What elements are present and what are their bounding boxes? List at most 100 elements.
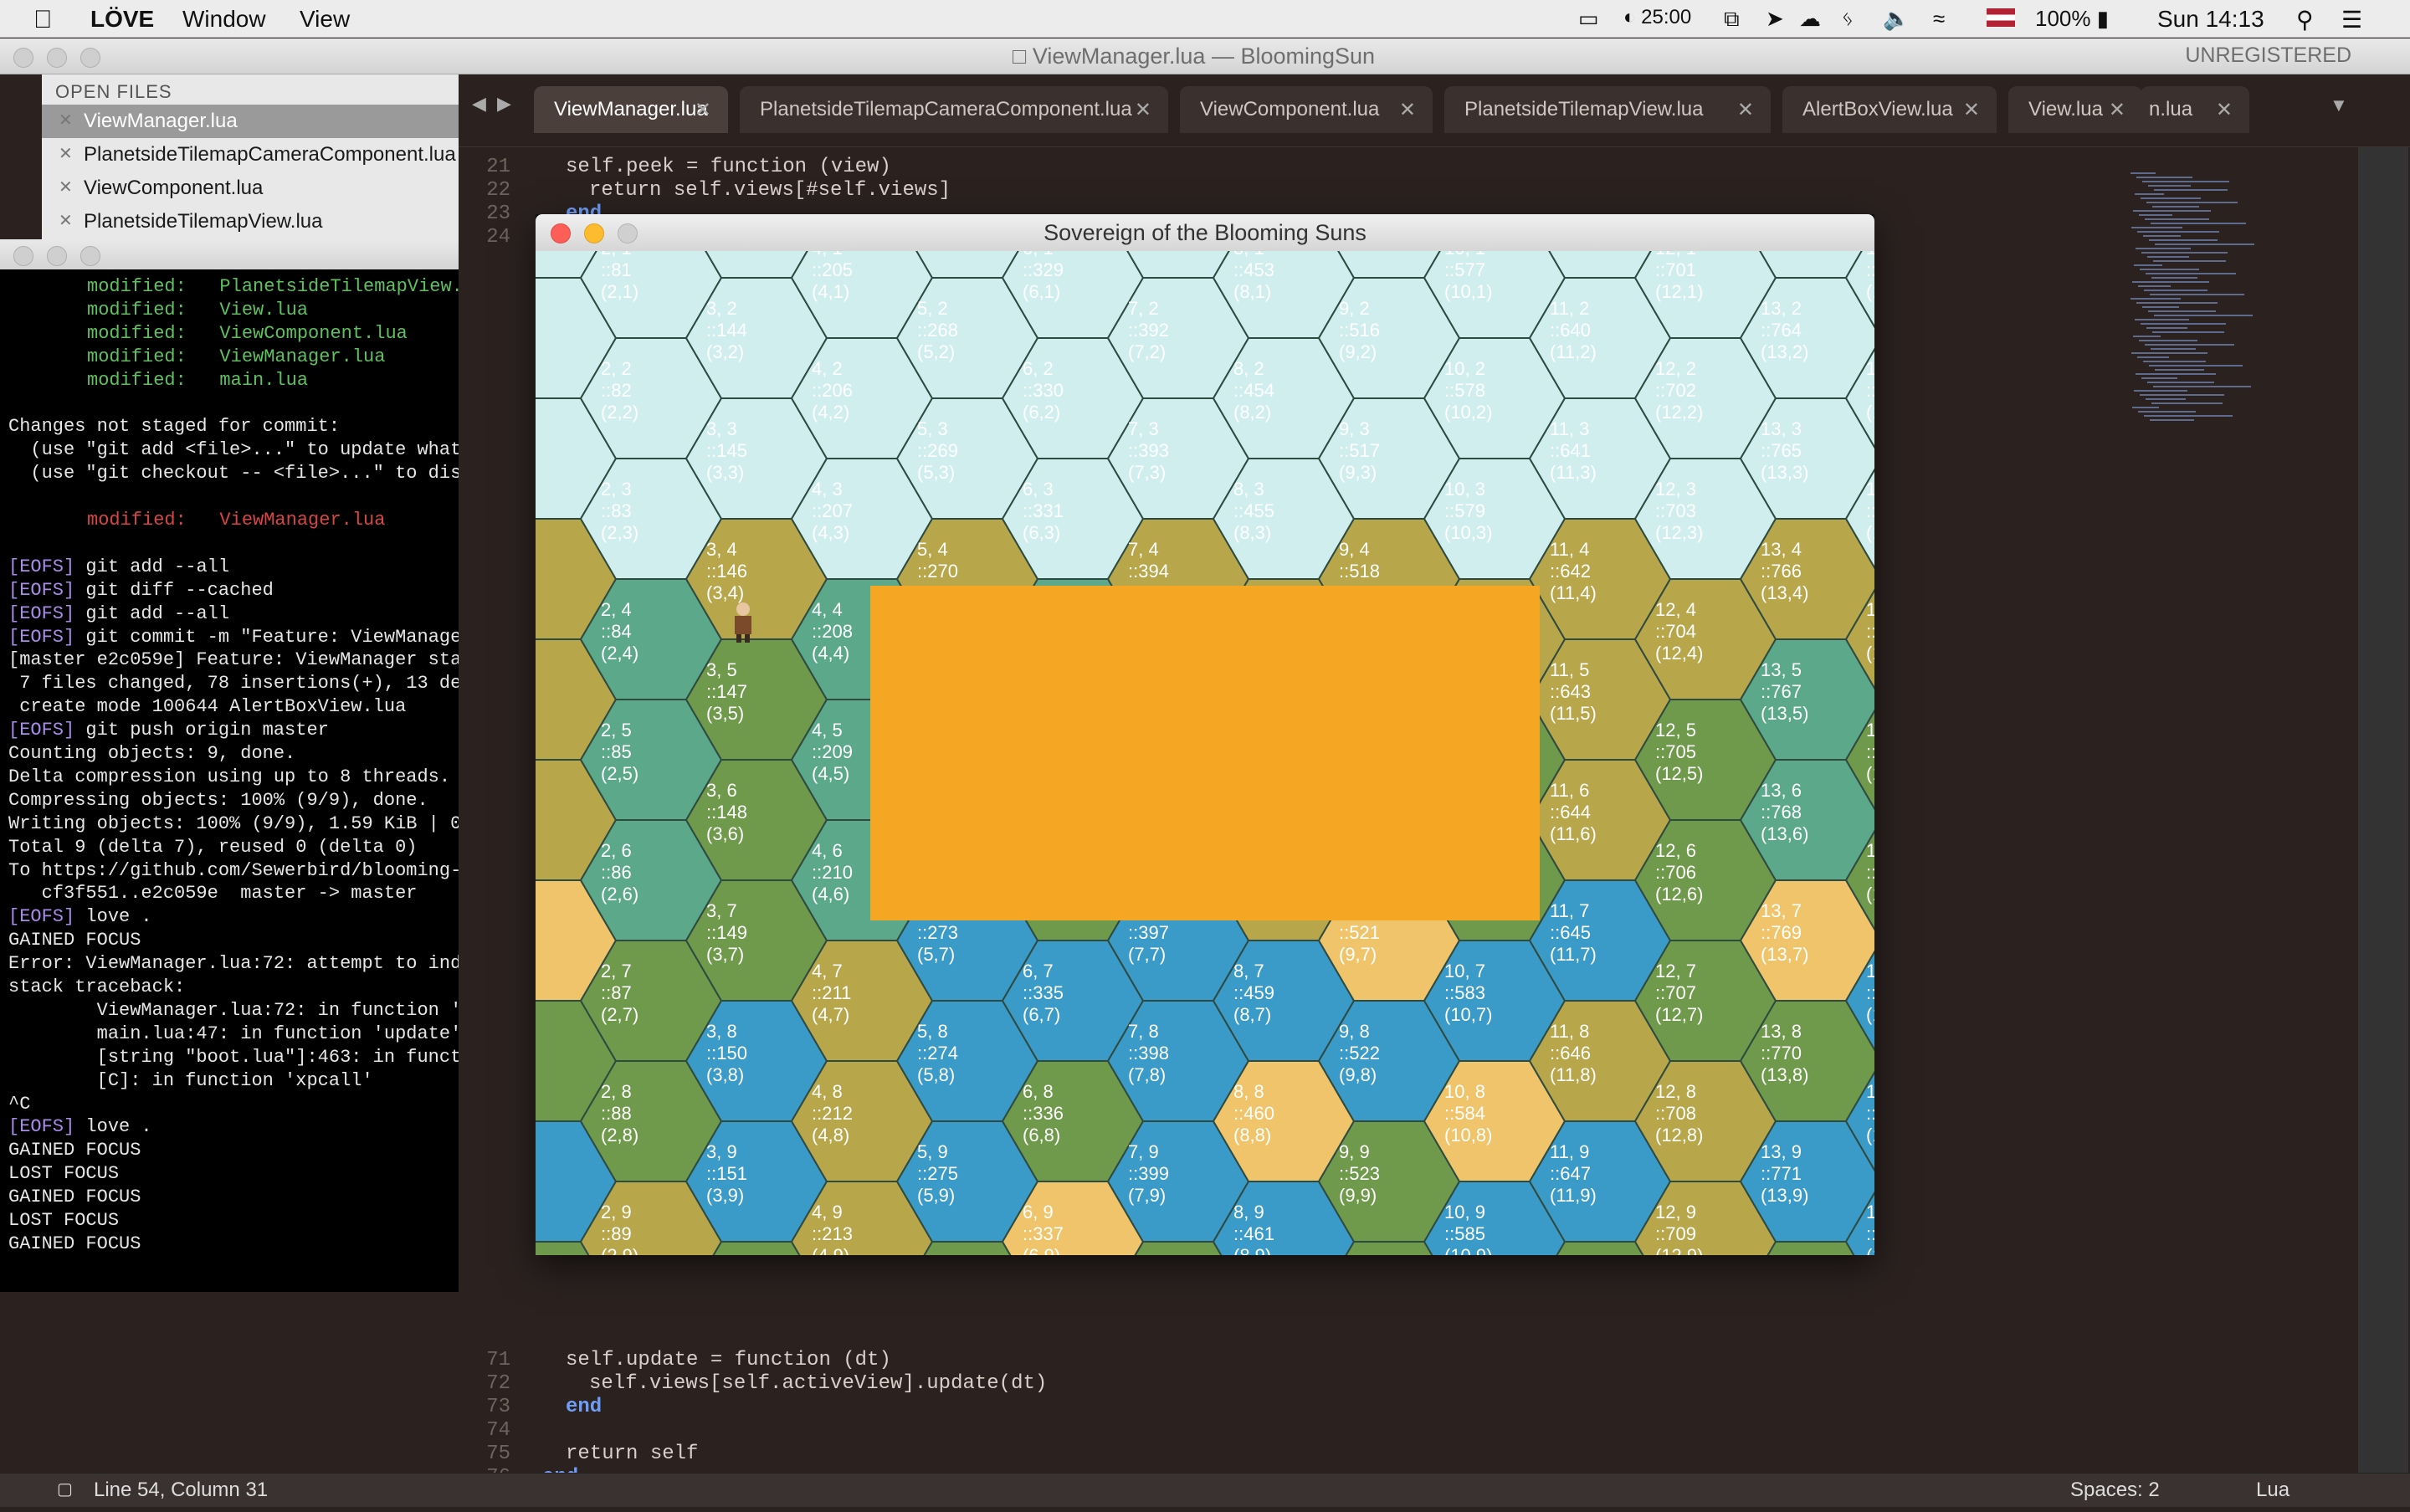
close-icon[interactable]: ✕	[1135, 98, 1151, 122]
terminal-line: GAINED FOCUS	[8, 1187, 141, 1208]
app-menu[interactable]: LÖVE	[90, 6, 154, 33]
code-line: end	[566, 1396, 602, 1418]
close-icon[interactable]: ✕	[1963, 98, 1980, 122]
hex-label: 13, 4::766 (13,4)	[1761, 539, 1808, 603]
minimap-line	[2143, 361, 2206, 362]
file-icon: □	[1013, 44, 1033, 69]
minimap-line	[2133, 210, 2211, 212]
close-button[interactable]	[13, 246, 33, 266]
syntax-setting[interactable]: Lua	[2256, 1479, 2290, 1502]
open-file-item[interactable]: ✕ ViewManager.lua	[42, 105, 459, 138]
hex-label: 13, 2::764 (13,2)	[1761, 298, 1808, 362]
close-icon[interactable]: ✕	[59, 177, 73, 197]
minimap-line	[2152, 331, 2224, 333]
tab-tilemap-view[interactable]: PlanetsideTilemapView.lua ✕	[1444, 86, 1771, 133]
tab-main[interactable]: n.lua ✕	[2141, 86, 2249, 133]
minimap[interactable]	[2131, 172, 2315, 440]
tab-camera-component[interactable]: PlanetsideTilemapCameraComponent.lua ✕	[740, 86, 1168, 133]
terminal-line: modified: ViewManager.lua	[87, 510, 386, 530]
terminal-line: main.lua:47: in function 'update'	[8, 1023, 459, 1044]
tab-dropdown-icon[interactable]: ▼	[2330, 95, 2348, 116]
send-icon[interactable]: ➤	[1766, 6, 1784, 32]
open-file-item[interactable]: ✕ PlanetsideTilemapView.lua	[42, 205, 459, 238]
minimap-line	[2151, 223, 2246, 224]
terminal-output[interactable]: modified: PlanetsideTilemapView.lua modif…	[0, 269, 459, 1292]
close-icon[interactable]: ✕	[2216, 98, 2233, 122]
tab-view-component[interactable]: ViewComponent.lua ✕	[1180, 86, 1433, 133]
editor-scrollbar[interactable]	[2358, 147, 2408, 1473]
minimap-line	[2139, 214, 2172, 216]
open-file-item[interactable]: ✕ PlanetsideTilemapCameraComponent.lua	[42, 138, 459, 172]
terminal-line: [EOFS] git push origin master	[8, 720, 329, 741]
terminal-command: git add --all	[74, 602, 230, 624]
pomodoro-timer[interactable]: ◐ 25:00	[1623, 6, 1691, 29]
minimap-line	[2142, 306, 2179, 308]
close-icon[interactable]: ✕	[695, 98, 711, 122]
unit-sprite[interactable]	[728, 601, 758, 643]
camera-icon[interactable]: ▭	[1578, 6, 1599, 32]
indentation-setting[interactable]: Spaces: 2	[2070, 1479, 2160, 1502]
terminal-line: modified: ViewManager.lua	[87, 346, 386, 367]
terminal-line: [master e2c059e] Feature: ViewManager st…	[8, 649, 459, 671]
minimap-line	[2141, 197, 2201, 199]
minimap-line	[2136, 248, 2191, 249]
clock[interactable]: Sun 14:13	[2157, 6, 2264, 33]
tab-alertbox-view[interactable]: AlertBoxView.lua ✕	[1782, 86, 1997, 133]
search-icon[interactable]: ⚲	[2296, 6, 2314, 33]
code-line: return self	[566, 1443, 699, 1465]
open-file-name: PlanetsideTilemapView.lua	[84, 210, 323, 233]
menu-view[interactable]: View	[300, 6, 350, 33]
minimap-line	[2150, 419, 2194, 421]
zoom-button[interactable]	[80, 246, 100, 266]
tab-label: ViewComponent.lua	[1200, 98, 1380, 120]
minimize-button[interactable]	[47, 246, 67, 266]
terminal-line: [C]: in function 'xpcall'	[8, 1069, 373, 1091]
wifi-icon[interactable]: ≈	[1933, 6, 1945, 32]
minimap-line	[2140, 394, 2224, 396]
macos-menubar:  LÖVE Window View ▭ ◐ 25:00 ⧉ ➤ ☁ ᛃ 🔈 ≈…	[0, 0, 2410, 38]
line-number: 72	[486, 1372, 510, 1395]
close-icon[interactable]: ✕	[59, 110, 73, 131]
battery-text: 100%	[2035, 6, 2091, 31]
minimap-line	[2146, 327, 2187, 329]
tab-viewmanager[interactable]: ViewManager.lua ✕	[534, 86, 728, 133]
minimap-line	[2146, 202, 2238, 203]
close-button[interactable]	[13, 48, 33, 68]
terminal-prompt: [EOFS]	[8, 626, 75, 648]
notification-center-icon[interactable]: ☰	[2341, 6, 2362, 33]
apple-icon[interactable]: 	[33, 6, 53, 34]
hex-label: 13, 7::769 (13,7)	[1761, 900, 1808, 965]
game-canvas[interactable]: 1, 1::19(1,1)1, 2::20(1,2)1, 3::21(1,3)1…	[536, 251, 1874, 1255]
hex-label: 14, 7::831(14,7)	[1866, 961, 1874, 1025]
hex-label: 6, 1::329(6,1)	[1023, 251, 1064, 302]
close-icon[interactable]: ✕	[1737, 98, 1754, 122]
panel-toggle-icon[interactable]: ▢	[57, 1479, 73, 1499]
terminal-prompt: [EOFS]	[8, 556, 75, 577]
bluetooth-icon[interactable]: ᛃ	[1841, 6, 1854, 32]
minimap-line	[2137, 356, 2169, 358]
minimap-line	[2145, 344, 2234, 346]
menu-window[interactable]: Window	[182, 6, 266, 33]
volume-icon[interactable]: 🔈	[1883, 6, 1910, 32]
close-icon[interactable]: ✕	[1399, 98, 1416, 122]
minimize-button[interactable]	[47, 48, 67, 68]
terminal-line: LOST FOCUS	[8, 1210, 120, 1231]
close-icon[interactable]: ✕	[59, 143, 73, 164]
flag-icon[interactable]	[1987, 8, 2015, 27]
close-icon[interactable]: ✕	[59, 210, 73, 231]
hex-label: 14, 6::830(14,6)	[1866, 840, 1874, 905]
terminal-line: To https://github.com/Sewerbird/blooming…	[8, 859, 459, 881]
alert-box-overlay[interactable]	[870, 586, 1540, 920]
chat-icon[interactable]: ☁	[1799, 6, 1821, 32]
open-file-item[interactable]: ✕ ViewComponent.lua	[42, 172, 459, 205]
battery-status[interactable]: 100% ▮	[2035, 6, 2109, 32]
tab-view[interactable]: View.lua ✕	[2008, 86, 2142, 133]
minimap-line	[2152, 206, 2199, 208]
tab-scroll-left-icon[interactable]: ◀	[472, 93, 486, 115]
zoom-button[interactable]	[80, 48, 100, 68]
window-icon[interactable]: ⧉	[1724, 6, 1740, 33]
close-icon[interactable]: ✕	[2109, 98, 2125, 122]
terminal-line: (use "git add <file>..." to update what …	[30, 439, 459, 461]
tab-scroll-right-icon[interactable]: ▶	[497, 93, 511, 115]
terminal-line: create mode 100644 AlertBoxView.lua	[8, 696, 407, 718]
